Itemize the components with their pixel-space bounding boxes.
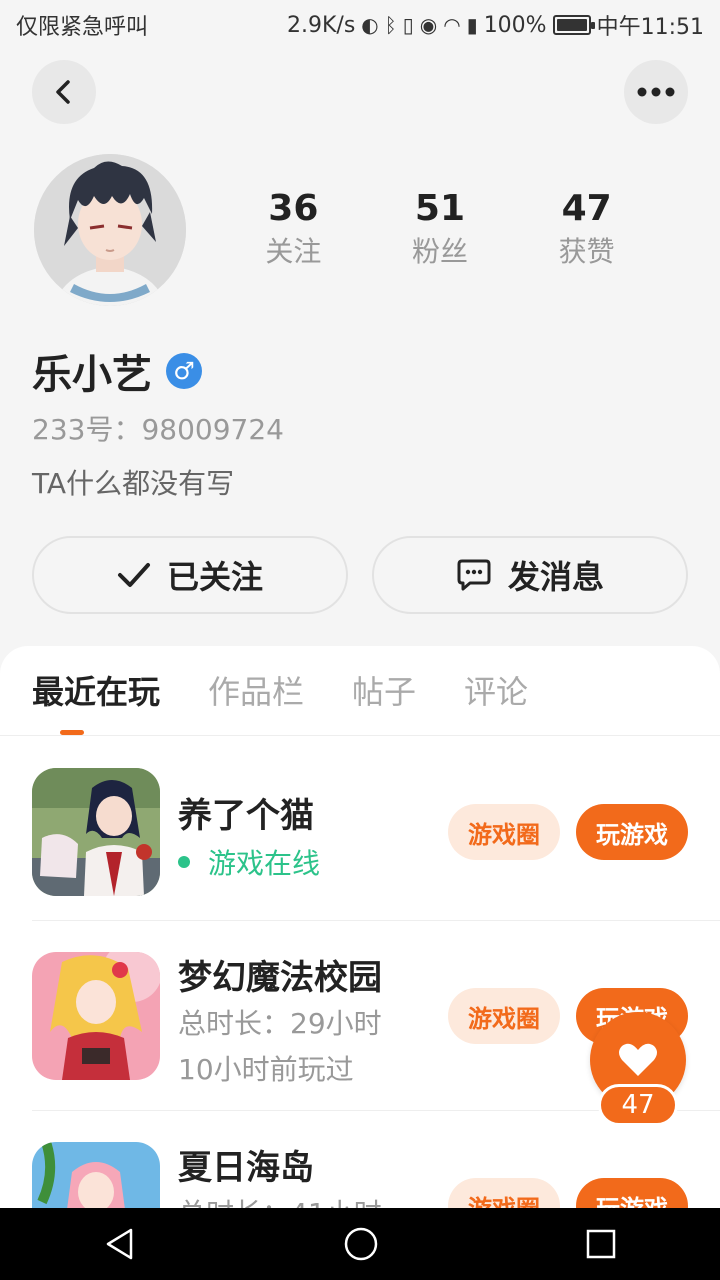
user-id-value: 98009724 [141, 413, 284, 446]
stat-followers[interactable]: 51 粉丝 [380, 186, 500, 272]
online-dot-icon [178, 856, 190, 868]
stat-number: 36 [268, 188, 319, 229]
profile-screen: 仅限紧急呼叫 2.9K/s ◐ ᛒ ▯ ◉ ◠ ▮ 100% 中午11:51 3… [0, 0, 720, 1280]
status-bar: 仅限紧急呼叫 2.9K/s ◐ ᛒ ▯ ◉ ◠ ▮ 100% 中午11:51 [0, 0, 720, 50]
system-nav-bar [0, 1208, 720, 1280]
game-thumbnail [32, 768, 160, 896]
battery-icon [552, 15, 595, 35]
game-thumbnail [32, 952, 160, 1080]
vibrate-icon: ▯ [402, 13, 414, 37]
more-dots-icon [637, 87, 675, 97]
stat-label: 获赞 [558, 235, 615, 268]
back-button[interactable] [32, 60, 96, 124]
game-circle-button[interactable]: 游戏圈 [448, 1178, 560, 1208]
divider [32, 920, 720, 921]
user-id-row: 233号：98009724 [32, 408, 284, 448]
profile-tabs: 最近在玩 作品栏 帖子 评论 [0, 646, 720, 736]
online-status: 游戏在线 [178, 842, 320, 882]
avatar-character-image [34, 154, 186, 306]
game-title: 夏日海岛 [178, 1148, 314, 1188]
data-saver-icon: ◐ [361, 13, 379, 37]
network-speed: 2.9K/s [287, 12, 356, 38]
game-list-item[interactable]: 夏日海岛 总时长：41小时 游戏圈 玩游戏 [32, 1142, 720, 1208]
wifi-icon: ◠ [443, 13, 461, 37]
game-circle-button[interactable]: 游戏圈 [448, 988, 560, 1044]
tab-recently-played[interactable]: 最近在玩 [32, 646, 160, 736]
avatar[interactable] [34, 154, 186, 306]
battery-percent: 100% [483, 12, 547, 38]
user-name: 乐小艺 [32, 352, 152, 398]
game-play-duration: 总时长：29小时 [178, 1007, 382, 1040]
game-circle-button[interactable]: 游戏圈 [448, 804, 560, 860]
play-game-button[interactable]: 玩游戏 [576, 804, 688, 860]
game-cover-image [32, 952, 160, 1080]
tab-works[interactable]: 作品栏 [208, 646, 304, 736]
stat-number: 51 [414, 188, 466, 229]
like-count-badge: 47 [598, 1084, 678, 1126]
male-gender-icon: ♂ [166, 353, 202, 389]
name-row: 乐小艺 ♂ [32, 342, 202, 400]
more-button[interactable] [624, 60, 688, 124]
user-bio: TA什么都没有写 [32, 467, 235, 500]
play-game-button[interactable]: 玩游戏 [576, 1178, 688, 1208]
stat-likes[interactable]: 47 获赞 [527, 186, 647, 272]
send-message-label: 发消息 [507, 558, 604, 596]
followed-label: 已关注 [166, 558, 263, 596]
game-title: 梦幻魔法校园 [178, 958, 382, 998]
profile-stats: 36 关注 51 粉丝 47 获赞 [220, 186, 660, 272]
game-title: 养了个猫 [178, 796, 314, 836]
gender-symbol: ♂ [173, 357, 195, 385]
game-cover-image [32, 768, 160, 896]
sim-alert-icon: ▮ [466, 13, 478, 37]
game-cover-image [32, 1142, 160, 1208]
heart-icon [619, 1043, 657, 1076]
nav-recents-icon[interactable] [585, 1228, 617, 1260]
stat-number: 47 [561, 188, 612, 229]
online-status-label: 游戏在线 [208, 847, 321, 880]
stat-label: 关注 [265, 235, 322, 268]
checkmark-icon [117, 563, 150, 587]
game-thumbnail [32, 1142, 160, 1208]
chevron-left-icon [56, 80, 70, 104]
tab-posts[interactable]: 帖子 [352, 646, 416, 736]
followed-button[interactable]: 已关注 [32, 536, 348, 614]
bluetooth-icon: ᛒ [384, 13, 397, 37]
send-message-button[interactable]: 发消息 [372, 536, 688, 614]
carrier-text: 仅限紧急呼叫 [16, 15, 149, 40]
game-list-item[interactable]: 养了个猫 游戏在线 游戏圈 玩游戏 [32, 768, 720, 896]
status-icons: 2.9K/s ◐ ᛒ ▯ ◉ ◠ ▮ 100% 中午11:51 [287, 9, 704, 41]
nav-home-icon[interactable] [343, 1226, 379, 1262]
game-play-duration: 总时长：41小时 [178, 1192, 382, 1208]
clock: 中午11:51 [596, 15, 704, 40]
game-last-played: 10小时前玩过 [178, 1053, 354, 1086]
stat-following[interactable]: 36 关注 [233, 186, 353, 272]
eye-icon: ◉ [419, 13, 438, 37]
chat-bubble-icon [457, 559, 491, 591]
nav-back-icon[interactable] [103, 1227, 137, 1261]
user-id-label: 233号： [32, 413, 142, 446]
active-tab-indicator [60, 730, 84, 735]
tab-comments[interactable]: 评论 [464, 646, 528, 736]
stat-label: 粉丝 [411, 235, 468, 268]
